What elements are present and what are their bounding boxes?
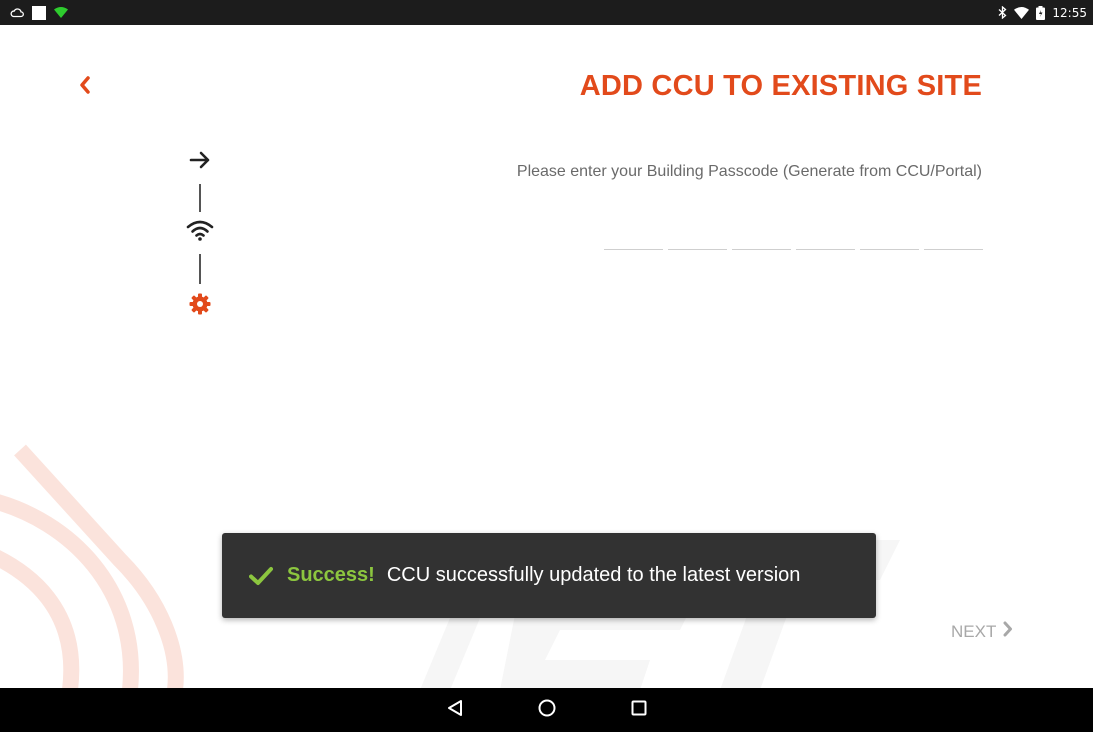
step-connector (199, 184, 201, 212)
toast-message: CCU successfully updated to the latest v… (386, 564, 801, 586)
checkmark-icon (249, 566, 273, 586)
step-settings (182, 292, 218, 320)
toast-title: Success! (287, 564, 375, 586)
chevron-right-icon (1002, 621, 1013, 642)
passcode-digit-5[interactable] (860, 220, 919, 250)
step-connector (199, 254, 201, 284)
status-left-icons (10, 0, 68, 25)
wifi-icon (1014, 6, 1030, 19)
next-label: NEXT (951, 621, 997, 641)
cloud-icon (10, 7, 24, 18)
nav-recents-button[interactable] (628, 699, 650, 721)
passcode-digit-6[interactable] (924, 220, 983, 250)
status-time: 12:55 (1052, 5, 1087, 20)
nav-back-button[interactable] (444, 699, 466, 721)
passcode-input-group (604, 220, 983, 250)
navigation-bar (0, 688, 1093, 732)
wifi-green-icon (54, 7, 68, 18)
arrow-right-icon (189, 151, 211, 174)
nav-home-button[interactable] (536, 699, 558, 721)
passcode-digit-4[interactable] (796, 220, 855, 250)
battery-icon (1036, 5, 1046, 20)
status-bar: 12:55 (0, 0, 1093, 25)
passcode-digit-2[interactable] (668, 220, 727, 250)
back-button[interactable] (70, 72, 100, 102)
step-arrow (182, 148, 218, 176)
passcode-instruction: Please enter your Building Passcode (Gen… (516, 163, 982, 180)
step-wifi (182, 218, 218, 246)
wifi-icon (186, 219, 214, 246)
back-triangle-icon (447, 699, 463, 722)
recents-square-icon (631, 700, 647, 721)
chevron-left-icon (79, 75, 91, 99)
page-title: ADD CCU TO EXISTING SITE (579, 70, 982, 102)
success-toast: Success! CCU successfully updated to the… (222, 533, 876, 618)
status-right-icons: 12:55 (998, 0, 1087, 25)
passcode-digit-3[interactable] (732, 220, 791, 250)
home-circle-icon (538, 699, 556, 722)
setup-stepper (182, 148, 218, 328)
gear-icon (189, 293, 211, 320)
square-notification-icon (32, 5, 46, 20)
bluetooth-icon (998, 6, 1007, 19)
passcode-digit-1[interactable] (604, 220, 663, 250)
next-button[interactable]: NEXT (951, 621, 1013, 642)
